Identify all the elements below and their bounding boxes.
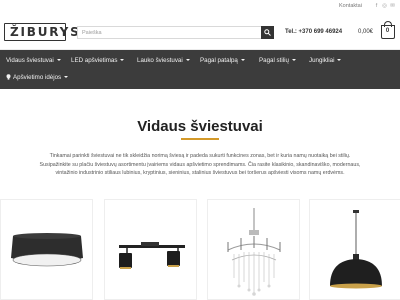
nav-item-jungikliai[interactable]: Jungikliai bbox=[309, 55, 342, 67]
nav-item-label: Jungikliai bbox=[309, 57, 335, 64]
description-line: vintažinio industrinio stiliaus lubinius… bbox=[55, 170, 345, 177]
chevron-down-icon bbox=[291, 59, 296, 62]
chevron-down-icon bbox=[337, 59, 342, 62]
chevron-down-icon bbox=[240, 59, 245, 62]
nav-item-label: Pagal patalpą bbox=[200, 57, 238, 64]
description-line: Tinkamai parinkti šviestuvai ne tik skle… bbox=[49, 153, 351, 159]
chevron-down-icon bbox=[64, 76, 69, 79]
site-header: ŽIBURYS Tel.: +370 699 46924 0,00€ 0 bbox=[0, 13, 400, 50]
nav-item-led-apsvietimas[interactable]: LED apšvietimas bbox=[71, 55, 125, 67]
main-nav: Vidaus šviestuvai LED apšvietimas Lauko … bbox=[0, 50, 400, 89]
title-divider bbox=[181, 138, 219, 140]
nav-item-label: Lauko šviestuvai bbox=[137, 57, 183, 64]
description-line: Susipažinkite su plačiu šviestuvų asorti… bbox=[39, 161, 361, 168]
nav-item-label: Apšvietimo idėjos bbox=[13, 74, 62, 81]
pendant-dome-lamp-image bbox=[330, 210, 382, 289]
site-logo[interactable]: ŽIBURYS bbox=[4, 23, 79, 41]
phone-number[interactable]: Tel.: +370 699 46924 bbox=[285, 29, 342, 35]
crystal-chandelier-image bbox=[227, 208, 281, 296]
search-icon bbox=[264, 29, 271, 36]
nav-item-label: Pagal stilių bbox=[259, 57, 289, 64]
search-button[interactable] bbox=[261, 26, 274, 39]
page-title: Vidaus šviestuvai bbox=[137, 118, 263, 135]
chevron-down-icon bbox=[120, 59, 125, 62]
search-input[interactable] bbox=[78, 27, 259, 38]
nav-item-label: Vidaus šviestuvai bbox=[6, 57, 54, 64]
product-card-pendant-dome-lamp[interactable] bbox=[309, 199, 400, 300]
nav-item-label: LED apšvietimas bbox=[71, 57, 118, 64]
email-icon[interactable]: ✉ bbox=[389, 2, 396, 10]
instagram-icon[interactable]: ◎ bbox=[381, 2, 388, 10]
search-bar bbox=[77, 26, 274, 39]
product-card-spotlight-bar[interactable] bbox=[104, 199, 197, 300]
contacts-link[interactable]: Kontaktai bbox=[339, 3, 362, 9]
nav-item-pagal-patalpa[interactable]: Pagal patalpą bbox=[200, 55, 245, 67]
logo-text: ŽIBURYS bbox=[10, 25, 81, 39]
lightbulb-icon bbox=[6, 74, 11, 80]
top-utility-bar: Kontaktai f ◎ ✉ bbox=[0, 0, 400, 13]
cart-count: 0 bbox=[385, 28, 390, 34]
ceiling-lamp-image bbox=[11, 233, 83, 267]
chevron-down-icon bbox=[56, 59, 61, 62]
nav-item-vidaus-sviestuvai[interactable]: Vidaus šviestuvai bbox=[6, 55, 61, 67]
category-description: Tinkamai parinkti šviestuvai ne tik skle… bbox=[14, 152, 386, 178]
nav-item-lauko-sviestuvai[interactable]: Lauko šviestuvai bbox=[137, 55, 190, 67]
chevron-down-icon bbox=[185, 59, 190, 62]
nav-item-apsvietimo-idejos[interactable]: Apšvietimo idėjos bbox=[6, 72, 69, 84]
product-card-crystal-chandelier[interactable] bbox=[207, 199, 300, 300]
cart-total[interactable]: 0,00€ bbox=[358, 29, 373, 35]
nav-item-pagal-stiliu[interactable]: Pagal stilių bbox=[259, 55, 296, 67]
cart-icon[interactable]: 0 bbox=[381, 21, 395, 39]
product-card-ceiling-lamp[interactable] bbox=[0, 199, 93, 300]
facebook-icon[interactable]: f bbox=[373, 2, 380, 10]
spotlight-bar-image bbox=[119, 242, 185, 269]
